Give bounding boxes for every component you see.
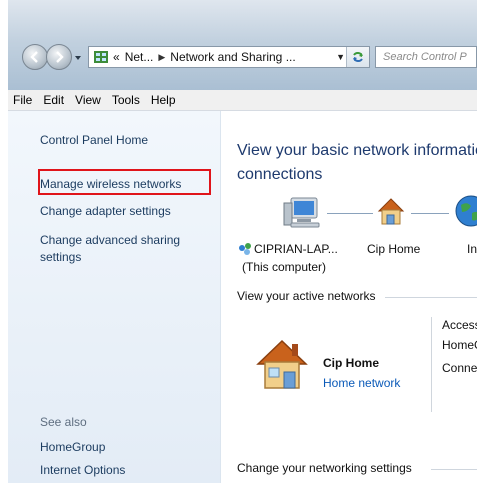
page-title-line1: View your basic network informatic (237, 142, 477, 159)
refresh-icon (353, 52, 363, 62)
computer-sub-label: (This computer) (242, 260, 327, 274)
recent-pages-dropdown[interactable] (74, 54, 82, 62)
connections-label: Connec (442, 361, 477, 375)
breadcrumb-overflow[interactable]: « (113, 50, 120, 64)
active-networks-heading: View your active networks (237, 289, 376, 303)
address-dropdown-icon[interactable]: ▼ (336, 52, 345, 62)
map-connection-line (411, 213, 449, 214)
computer-icon (283, 197, 320, 228)
map-connection-line (327, 213, 373, 214)
see-also-heading: See also (40, 415, 87, 429)
computer-name-label[interactable]: CIPRIAN-LAP... (254, 242, 338, 256)
refresh-button[interactable] (346, 47, 369, 67)
explorer-window: « Net... ▶ Network and Sharing ... ▼ Sea… (8, 0, 477, 483)
chevron-down-icon (75, 56, 81, 60)
active-network-house-icon (256, 339, 308, 389)
control-panel-home-link[interactable]: Control Panel Home (40, 132, 148, 148)
search-placeholder: Search Control P (383, 51, 467, 63)
change-advanced-sharing-link[interactable]: Change advanced sharing (40, 232, 180, 248)
breadcrumb-network-and-sharing[interactable]: Network and Sharing ... (170, 50, 295, 64)
forward-button[interactable] (46, 44, 72, 70)
search-input[interactable]: Search Control P (375, 46, 477, 68)
home-network-icon (377, 198, 405, 225)
homegroup-status-link[interactable]: HomeG (442, 338, 477, 352)
homegroup-icon (239, 243, 251, 255)
change-adapter-settings-link[interactable]: Change adapter settings (40, 203, 171, 219)
section-divider (385, 297, 477, 298)
active-network-name: Cip Home (323, 356, 380, 370)
breadcrumb-network[interactable]: Net... (125, 50, 154, 64)
menu-edit[interactable]: Edit (38, 93, 70, 107)
active-network-divider (431, 317, 432, 412)
highlight-annotation-box (38, 169, 211, 195)
internet-label[interactable]: Int (467, 242, 477, 256)
menu-view[interactable]: View (70, 93, 107, 107)
menu-help[interactable]: Help (146, 93, 182, 107)
address-bar[interactable]: « Net... ▶ Network and Sharing ... ▼ (88, 46, 370, 68)
main-content: View your basic network informatic conne… (221, 111, 477, 483)
breadcrumb-separator-icon[interactable]: ▶ (158, 52, 165, 63)
active-network-type-link[interactable]: Home network (323, 376, 400, 390)
internet-options-link[interactable]: Internet Options (40, 462, 125, 478)
change-settings-heading: Change your networking settings (237, 461, 412, 475)
sidebar-task-pane: Control Panel Home Manage wireless netwo… (8, 111, 221, 483)
menu-file[interactable]: File (8, 93, 38, 107)
title-toolbar-area: « Net... ▶ Network and Sharing ... ▼ Sea… (8, 0, 477, 90)
forward-arrow-icon (56, 51, 64, 63)
access-type-label: Access (442, 318, 477, 332)
back-button[interactable] (22, 44, 48, 70)
menu-tools[interactable]: Tools (107, 93, 146, 107)
network-folder-icon (94, 51, 108, 63)
section-divider (431, 469, 477, 470)
internet-globe-icon (455, 195, 477, 227)
network-name-label[interactable]: Cip Home (367, 242, 420, 256)
page-title-line2: connections (237, 166, 323, 183)
change-advanced-sharing-link-line2[interactable]: settings (40, 249, 81, 265)
back-arrow-icon (30, 51, 38, 63)
homegroup-link[interactable]: HomeGroup (40, 439, 105, 455)
menu-bar: File Edit View Tools Help (8, 90, 477, 111)
page-title: View your basic network informatic conne… (237, 139, 477, 187)
